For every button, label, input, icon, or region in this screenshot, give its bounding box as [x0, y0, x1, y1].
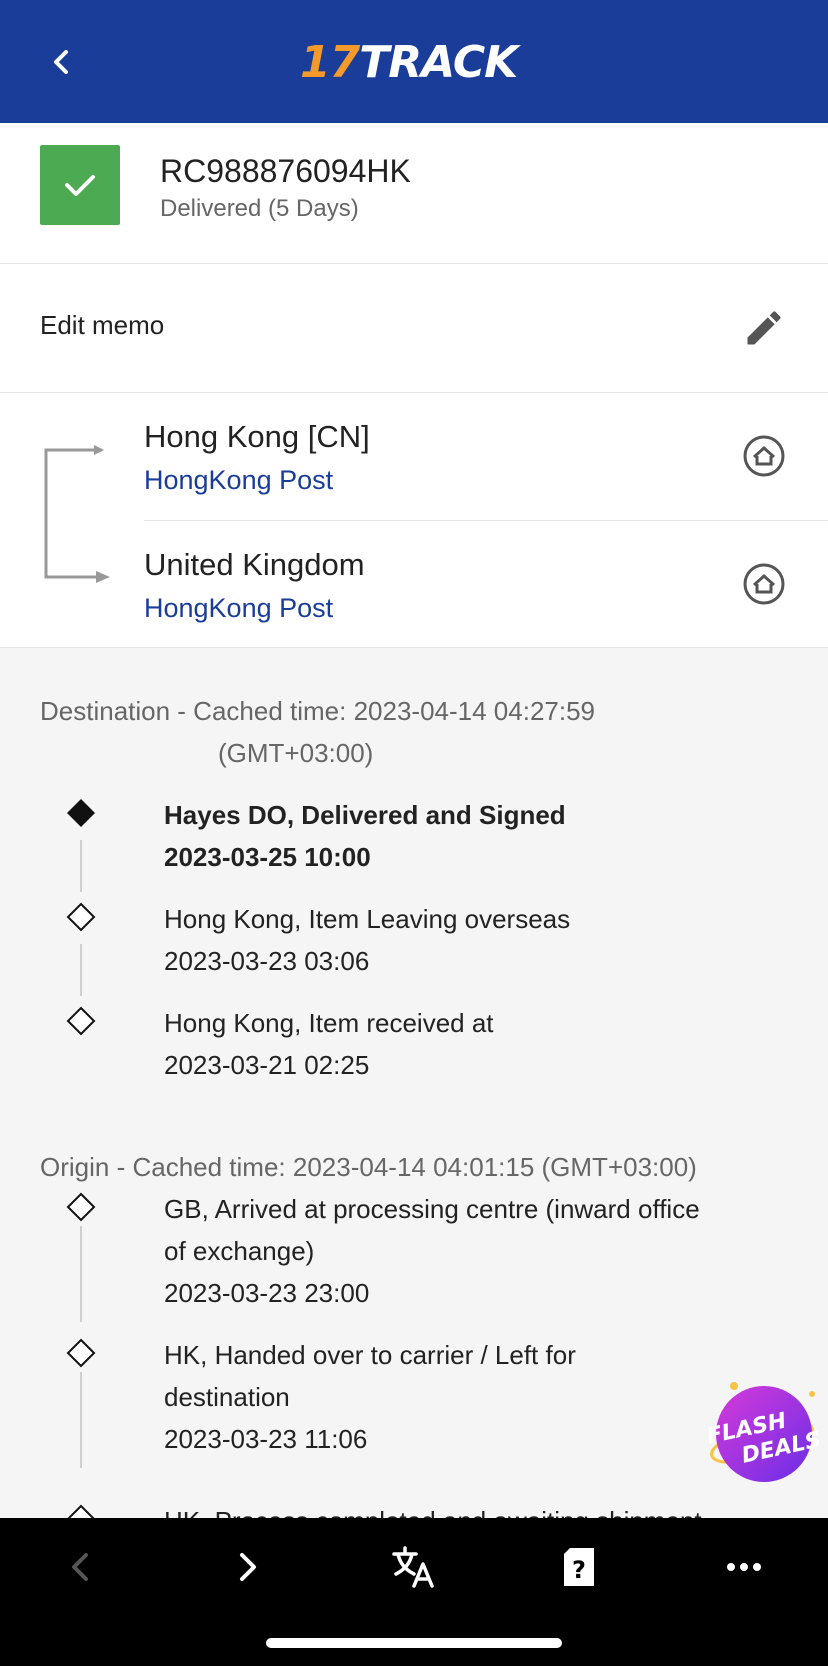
flash-deals-badge-icon: FLASH DEALS	[705, 1382, 823, 1482]
edit-memo-label: Edit memo	[40, 310, 165, 340]
event-description: GB, Arrived at processing centre (inward…	[164, 1194, 700, 1224]
event-description: HK, Process completed and awaiting shipm…	[164, 1500, 784, 1518]
timeline-connector	[80, 944, 82, 996]
carrier-home-icon[interactable]	[742, 562, 786, 606]
home-indicator[interactable]	[266, 1638, 562, 1648]
edit-memo-row[interactable]: Edit memo	[0, 264, 828, 393]
event-time: 2023-03-23 23:00	[164, 1278, 370, 1308]
outline-diamond-icon	[66, 1192, 96, 1222]
origin-country: Hong Kong [CN]	[144, 419, 370, 454]
destination-country: United Kingdom	[144, 547, 365, 582]
back-button[interactable]	[40, 40, 84, 84]
outline-diamond-icon	[66, 1006, 96, 1036]
route-connector-icon	[44, 445, 110, 583]
tracking-status: Delivered (5 Days)	[160, 195, 359, 222]
route-panel: Hong Kong [CN] HongKong Post United King…	[0, 393, 828, 648]
event-description-cont: destination	[164, 1382, 290, 1412]
app-header: 17TRACK	[0, 0, 828, 123]
event-time: 2023-03-25 10:00	[164, 842, 371, 872]
event-description-cont: of exchange)	[164, 1236, 315, 1266]
event-description: HK, Handed over to carrier / Left for	[164, 1340, 576, 1370]
timeline-connector	[80, 1226, 82, 1322]
carrier-home-icon[interactable]	[742, 434, 786, 478]
pencil-icon[interactable]	[742, 306, 786, 350]
tracking-summary: RC988876094HK Delivered (5 Days)	[0, 123, 828, 264]
outline-diamond-icon	[66, 1338, 96, 1368]
destination-section-title: Destination - Cached time: 2023-04-14 04…	[40, 696, 596, 768]
outline-diamond-icon	[67, 1504, 95, 1518]
back-arrow-icon[interactable]	[62, 1542, 98, 1592]
timeline-connector	[80, 1372, 82, 1468]
flash-deals-button[interactable]: FLASH DEALS	[704, 1380, 824, 1490]
event-time: 2023-03-23 11:06	[164, 1424, 368, 1454]
route-destination: United Kingdom HongKong Post	[144, 521, 828, 648]
filled-diamond-icon	[67, 799, 95, 827]
event-description: Hayes DO, Delivered and Signed	[164, 800, 566, 830]
origin-section-title: Origin - Cached time: 2023-04-14 04:01:1…	[40, 1152, 697, 1182]
app-logo: 17TRACK	[300, 37, 518, 88]
event-time: 2023-03-21 02:25	[164, 1050, 370, 1080]
forward-arrow-icon[interactable]	[230, 1542, 266, 1592]
origin-carrier-link[interactable]: HongKong Post	[144, 465, 333, 496]
svg-text:?: ?	[572, 1556, 586, 1584]
checkmark-icon	[65, 175, 95, 196]
route-origin: Hong Kong [CN] HongKong Post	[144, 393, 828, 521]
delivered-status-badge	[40, 145, 120, 225]
event-description: Hong Kong, Item received at	[164, 1008, 494, 1038]
destination-carrier-link[interactable]: HongKong Post	[144, 593, 333, 624]
chevron-left-icon	[54, 50, 68, 74]
help-card-icon[interactable]: ?	[560, 1542, 598, 1592]
event-description: Hong Kong, Item Leaving overseas	[164, 904, 571, 934]
event-time: 2023-03-23 03:06	[164, 946, 370, 976]
timeline-connector	[80, 840, 82, 892]
outline-diamond-icon	[66, 902, 96, 932]
tracking-number: RC988876094HK	[160, 153, 411, 189]
translate-icon[interactable]	[390, 1542, 436, 1592]
more-icon[interactable]	[724, 1542, 764, 1592]
